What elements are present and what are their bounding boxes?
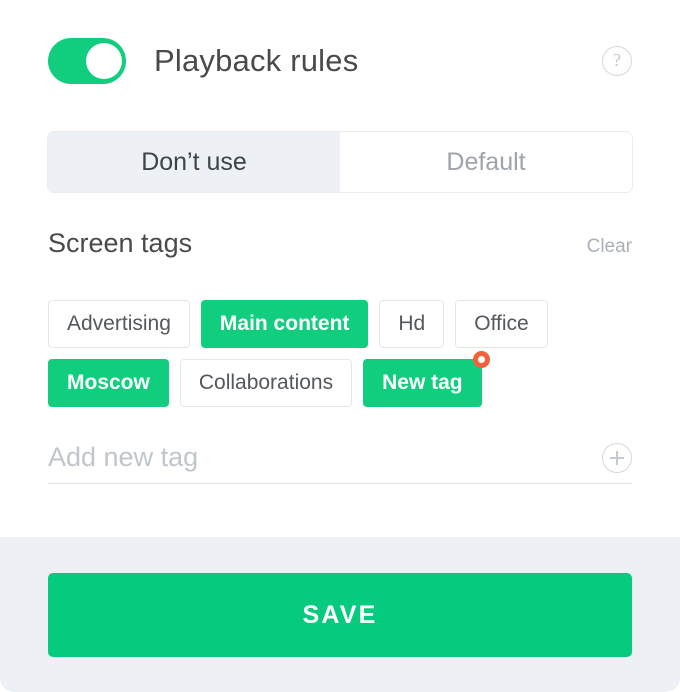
- clear-tags-link[interactable]: Clear: [587, 236, 632, 258]
- page-title: Playback rules: [154, 43, 359, 78]
- tab-dont-use[interactable]: Don’t use: [48, 132, 340, 192]
- tag-new-tag-label: New tag: [382, 371, 463, 394]
- add-tag-row: [48, 432, 632, 484]
- toggle-knob: [86, 43, 122, 79]
- mode-segmented-control: Don’t use Default: [48, 132, 632, 192]
- tag-row: Advertising Main content Hd Office: [48, 300, 648, 348]
- tag-hd[interactable]: Hd: [379, 300, 445, 348]
- settings-card: Playback rules ? Don’t use Default Scree…: [0, 0, 680, 692]
- help-icon[interactable]: ?: [602, 46, 632, 76]
- tag-new-tag[interactable]: New tag: [363, 351, 490, 407]
- section-title: Screen tags: [48, 228, 193, 258]
- tag-office[interactable]: Office: [455, 300, 548, 348]
- tag-advertising[interactable]: Advertising: [48, 300, 190, 348]
- tag-row: Moscow Collaborations New tag: [48, 351, 648, 407]
- tag-collaborations[interactable]: Collaborations: [179, 359, 353, 407]
- add-tag-input[interactable]: [48, 442, 602, 473]
- tag-main-content[interactable]: Main content: [200, 300, 369, 348]
- header: Playback rules ?: [0, 0, 680, 122]
- screen-tags-header: Screen tags Clear: [48, 228, 632, 259]
- tab-default[interactable]: Default: [340, 132, 632, 192]
- tag-moscow[interactable]: Moscow: [48, 359, 169, 407]
- save-button[interactable]: SAVE: [48, 573, 632, 657]
- playback-rules-toggle[interactable]: [48, 38, 126, 84]
- screen-tags-list: Advertising Main content Hd Office Mosco…: [48, 300, 648, 418]
- footer-bar: SAVE: [0, 537, 680, 692]
- add-tag-plus-icon[interactable]: [602, 442, 632, 473]
- new-tag-badge-icon: [472, 351, 490, 368]
